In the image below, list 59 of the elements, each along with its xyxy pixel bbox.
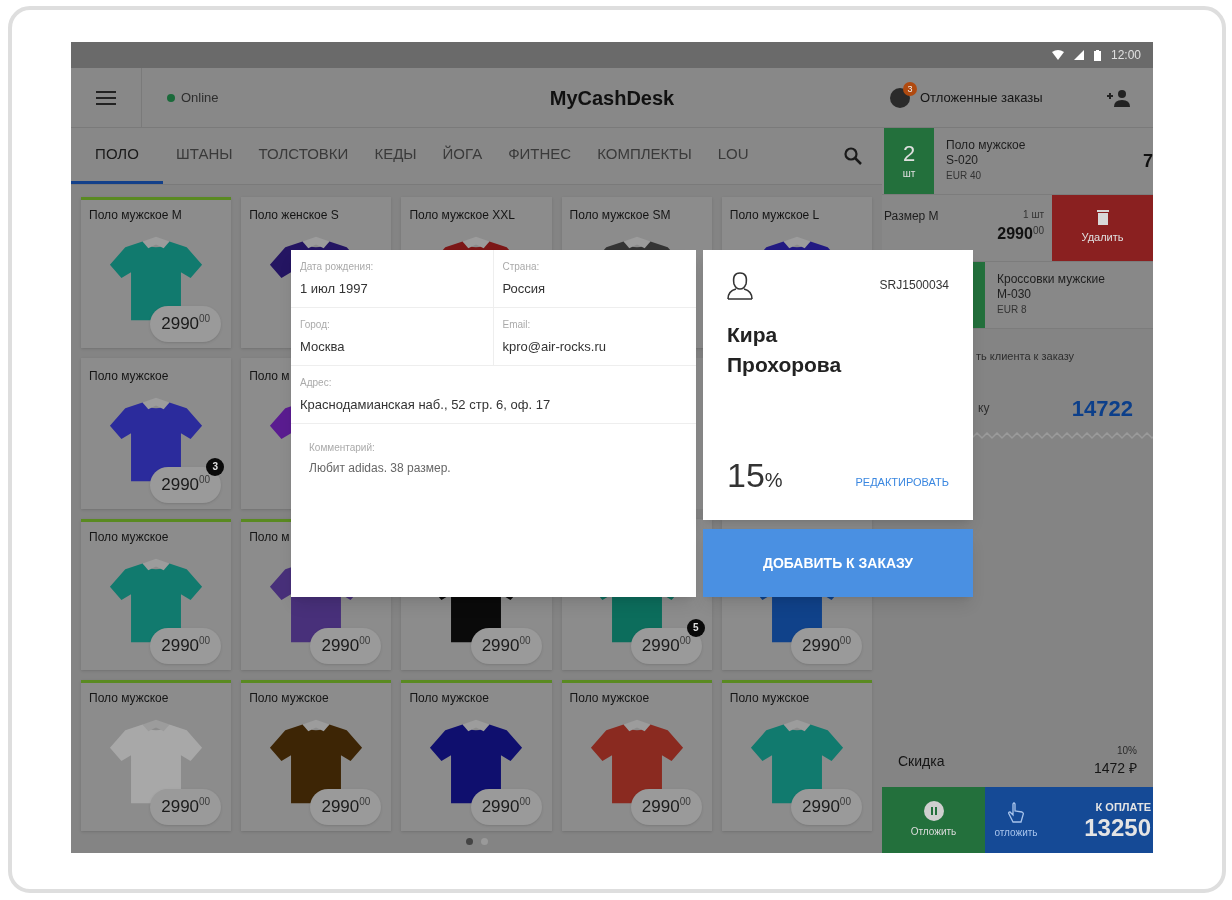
- customer-discount: 15%: [727, 457, 783, 496]
- field-value: Краснодамианская наб., 52 стр. 6, оф. 17: [300, 396, 552, 414]
- last-name: Прохорова: [727, 352, 843, 378]
- price-tag: 2990$^{00}$: [791, 789, 862, 825]
- item-price: 2990$^{00}$: [997, 224, 1044, 244]
- product-name: Поло мужское: [89, 529, 169, 546]
- price-tag: 2990$^{00}$: [630, 789, 702, 825]
- field-label: Дата рождения:: [300, 260, 375, 274]
- discount-percent: 10%: [1117, 744, 1137, 758]
- item-name: Кроссовки мужские: [997, 272, 1105, 287]
- product-name: Поло мужское SM: [569, 207, 671, 224]
- app-title: MyCashDesk: [549, 85, 675, 111]
- price-tag: 2990$^{00}$: [470, 789, 542, 825]
- price-tag: 2990$^{00}$: [150, 628, 222, 664]
- field-label: Город:: [300, 318, 331, 332]
- first-name: Кира: [727, 322, 779, 348]
- item-name: Поло мужское: [946, 138, 1026, 153]
- item-total: 7: [1143, 149, 1153, 173]
- item-sku: M-030: [997, 287, 1032, 302]
- item-quantity: 1 шт: [1023, 208, 1044, 222]
- quantity-unit: шт: [902, 166, 916, 181]
- item-note: EUR 40: [946, 169, 982, 183]
- product-name: Поло мужское: [729, 690, 810, 707]
- field-value: kpro@air-rocks.ru: [502, 338, 607, 356]
- price-tag: 2990$^{00}$: [310, 628, 382, 664]
- product-name: Поло мужское: [249, 690, 329, 707]
- connection-status: Online: [181, 88, 219, 107]
- price-tag: 2990$^{00}$: [470, 628, 542, 664]
- comment-label: Комментарий:: [309, 441, 376, 455]
- item-note: EUR 8: [997, 303, 1028, 317]
- product-name: Поло женское S: [249, 207, 339, 224]
- discount-label: Скидка: [898, 751, 945, 771]
- total-label: ку: [978, 400, 990, 417]
- product-name: Поло мужское: [409, 690, 489, 707]
- item-detail: Размер M: [884, 208, 939, 225]
- product-name: Поло мужское M: [89, 207, 182, 224]
- total-amount: 14722: [1071, 394, 1133, 423]
- field-label: Адрес:: [300, 376, 333, 390]
- price-tag: 2990$^{00}$: [791, 628, 862, 664]
- price-tag: 2990$^{00}$: [310, 789, 382, 825]
- item-sku: S-020: [946, 153, 980, 168]
- field-value: Москва: [300, 338, 346, 356]
- product-name: Поло м: [249, 368, 290, 385]
- count-badge: 3: [903, 81, 917, 96]
- discount-amount: 1472 ₽: [1093, 759, 1137, 778]
- product-name: Поло мужское: [89, 368, 169, 385]
- price-tag: 2990$^{00}$: [150, 306, 222, 342]
- product-name: Поло мужское: [89, 690, 169, 707]
- quantity-value: 2: [902, 141, 916, 166]
- product-name: Поло мужское L: [729, 207, 820, 224]
- clock-time: 12:00: [1110, 47, 1141, 64]
- customer-id: SRJ1500034: [879, 277, 949, 294]
- product-name: Поло м: [249, 529, 290, 546]
- field-value: 1 июл 1997: [300, 280, 369, 298]
- product-name: Поло мужское XXL: [409, 207, 515, 224]
- product-name: Поло мужское: [569, 690, 650, 707]
- price-tag: 2990$^{00}$: [150, 789, 222, 825]
- comment-text: Любит adidas. 38 размер.: [309, 460, 452, 477]
- count-badge: 3: [206, 458, 225, 476]
